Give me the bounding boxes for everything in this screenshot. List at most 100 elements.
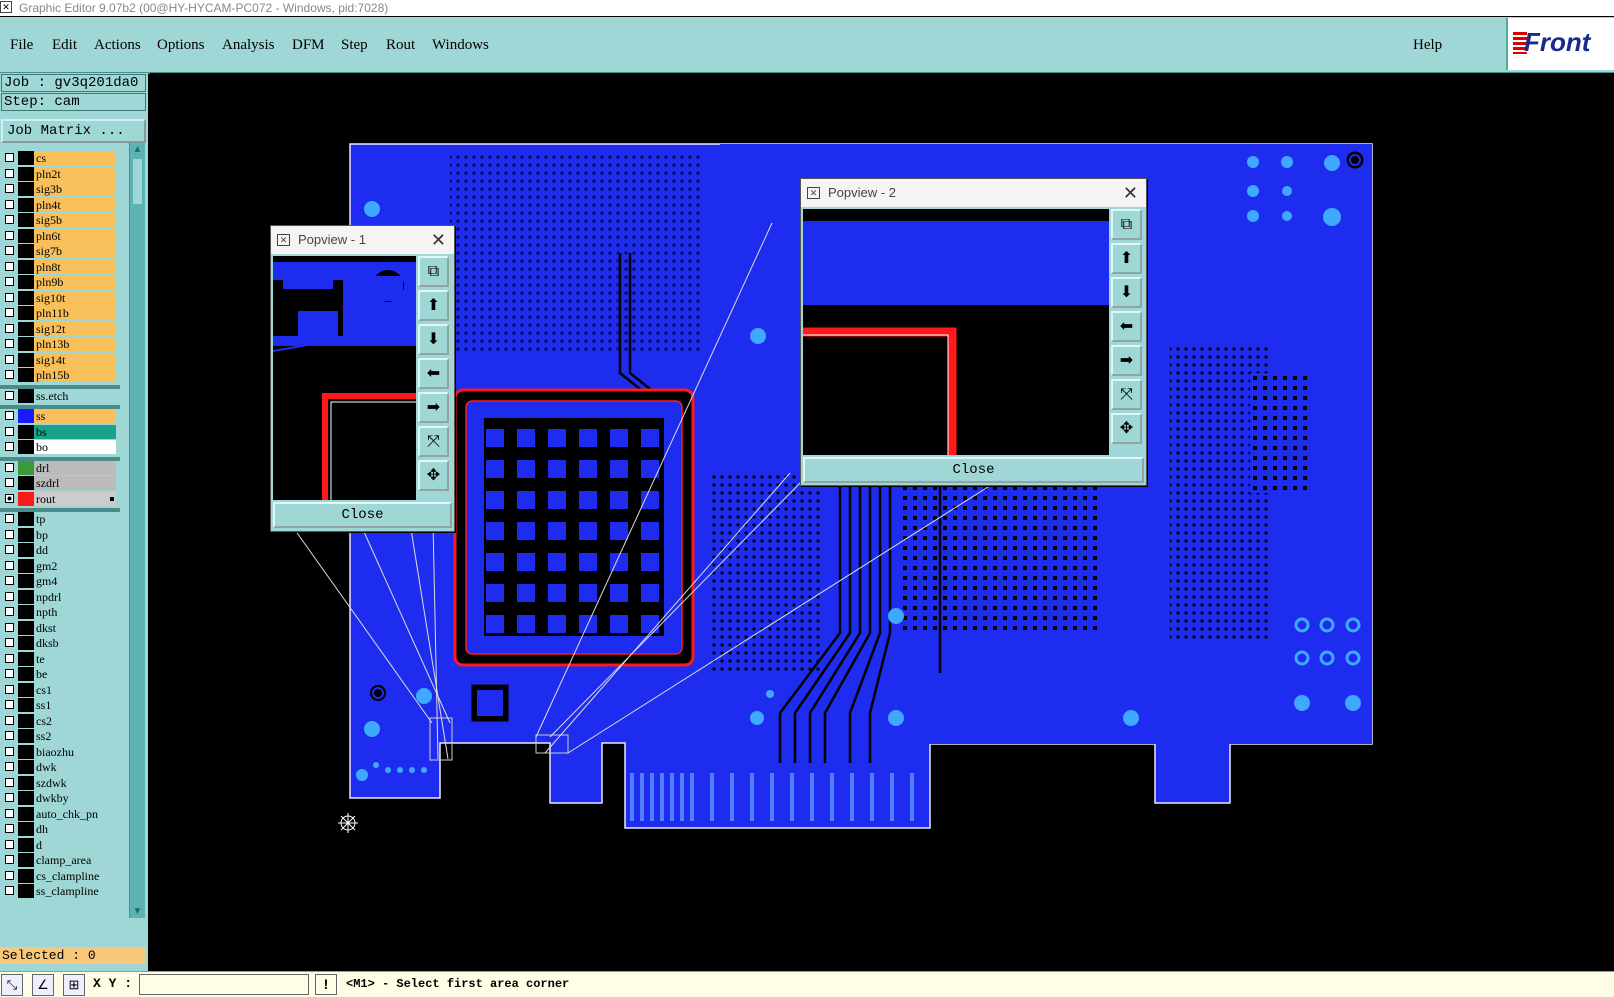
layer-color-swatch[interactable] [18,744,34,759]
layer-color-swatch[interactable] [18,368,34,382]
zoom-out-icon[interactable]: ✥ [418,460,449,491]
layer-row-pln11b[interactable]: pln11b [0,306,120,320]
layer-color-swatch[interactable] [18,166,34,181]
layer-name[interactable]: clamp_area [34,853,116,867]
layer-row-bp[interactable]: bp [0,527,120,542]
layer-checkbox[interactable] [5,653,14,663]
layer-checkbox[interactable] [5,700,14,709]
layer-row-ss_clampline[interactable]: ss_clampline [0,884,120,898]
layer-color-swatch[interactable] [18,182,34,196]
layer-checkbox[interactable] [5,591,14,601]
layer-name[interactable]: szdwk [34,775,116,790]
menu-step[interactable]: Step [341,37,368,54]
layer-name[interactable]: drl [34,460,116,475]
zoom-out-icon[interactable]: ✥ [1111,413,1142,444]
layer-row-dwkby[interactable]: dwkby [0,791,120,805]
layer-color-swatch[interactable] [18,884,34,898]
pan-right-icon[interactable]: ➡ [1111,345,1142,376]
layer-checkbox[interactable] [5,493,14,503]
layer-name[interactable]: pln13b [34,337,116,351]
layer-color-swatch[interactable] [18,259,34,274]
layer-row-sig5b[interactable]: sig5b [0,213,120,227]
layer-checkbox[interactable] [5,731,14,740]
layer-row-te[interactable]: te [0,651,120,666]
layer-row-npdrl[interactable]: npdrl [0,589,120,604]
layer-row-ss[interactable]: ss [0,409,120,423]
layer-checkbox[interactable] [5,292,14,302]
layer-checkbox[interactable] [5,839,14,849]
layer-row-bo[interactable]: bo [0,440,120,454]
layer-row-ss1[interactable]: ss1 [0,698,120,712]
layer-color-swatch[interactable] [18,853,34,867]
menu-options[interactable]: Options [157,37,205,54]
layer-color-swatch[interactable] [18,228,34,243]
layer-checkbox[interactable] [5,323,14,333]
layer-color-swatch[interactable] [18,290,34,305]
layer-color-swatch[interactable] [18,868,34,883]
layer-color-swatch[interactable] [18,636,34,650]
close-icon[interactable]: ✕ [1123,179,1138,207]
layer-checkbox[interactable] [5,354,14,364]
scroll-thumb[interactable] [133,159,142,204]
menu-help[interactable]: Help [1413,37,1442,54]
menu-edit[interactable]: Edit [52,37,77,54]
layer-color-swatch[interactable] [18,543,34,557]
layer-checkbox[interactable] [5,370,14,379]
popview-1-window[interactable]: ✕ Popview - 1 ✕ ⧉ ⬆ ⬇ ⬅ ➡ ⤧ ✥ Close [270,225,455,532]
layer-checkbox[interactable] [5,824,14,833]
layer-row-dkst[interactable]: dkst [0,620,120,635]
menu-windows[interactable]: Windows [432,37,489,54]
layer-checkbox[interactable] [5,808,14,818]
layer-color-swatch[interactable] [18,512,34,526]
layer-row-clamp_area[interactable]: clamp_area [0,853,120,867]
layer-checkbox[interactable] [5,669,14,678]
pan-up-icon[interactable]: ⬆ [418,290,449,321]
zoom-in-icon[interactable]: ⤧ [1111,379,1142,410]
layer-color-swatch[interactable] [18,775,34,790]
layer-name[interactable]: gm2 [34,558,116,573]
layer-row-gm4[interactable]: gm4 [0,574,120,588]
layer-name[interactable]: cs [34,151,116,165]
layer-color-swatch[interactable] [18,620,34,635]
menu-dfm[interactable]: DFM [292,37,325,54]
layer-row-sig3b[interactable]: sig3b [0,182,120,196]
layer-color-swatch[interactable] [18,352,34,367]
layer-color-swatch[interactable] [18,321,34,336]
layer-checkbox[interactable] [5,607,14,616]
layer-name[interactable]: cs_clampline [34,868,116,883]
layer-color-swatch[interactable] [18,713,34,728]
layer-color-swatch[interactable] [18,151,34,165]
scroll-up-icon[interactable]: ▲ [130,143,145,156]
layer-name[interactable]: npdrl [34,589,116,604]
menu-actions[interactable]: Actions [94,37,141,54]
popview-2-viewport[interactable] [803,209,1109,455]
menu-file[interactable]: File [10,37,33,54]
pan-left-icon[interactable]: ⬅ [418,358,449,389]
layer-checkbox[interactable] [5,246,14,255]
layer-name[interactable]: pln8t [34,259,116,274]
layer-name[interactable]: dwk [34,760,116,774]
layer-name[interactable]: sig10t [34,290,116,305]
layer-name[interactable]: sig14t [34,352,116,367]
layer-color-swatch[interactable] [18,337,34,351]
layer-row-ss.etch[interactable]: ss.etch [0,388,120,403]
layer-color-swatch[interactable] [18,527,34,542]
layer-row-be[interactable]: be [0,667,120,681]
layer-color-swatch[interactable] [18,729,34,743]
layer-checkbox[interactable] [5,545,14,554]
layer-name[interactable]: pln15b [34,368,116,382]
layer-checkbox[interactable] [5,777,14,787]
layer-checkbox[interactable] [5,308,14,317]
layer-color-swatch[interactable] [18,605,34,619]
layer-checkbox[interactable] [5,514,14,523]
layer-name[interactable]: dwkby [34,791,116,805]
pan-up-icon[interactable]: ⬆ [1111,243,1142,274]
layer-color-swatch[interactable] [18,197,34,212]
layer-checkbox[interactable] [5,793,14,802]
layer-checkbox[interactable] [5,184,14,193]
layer-name[interactable]: dkst [34,620,116,635]
layer-checkbox[interactable] [5,886,14,895]
layer-name[interactable]: ss.etch [34,388,116,403]
layer-color-swatch[interactable] [18,213,34,227]
layer-name[interactable]: pln11b [34,306,116,320]
